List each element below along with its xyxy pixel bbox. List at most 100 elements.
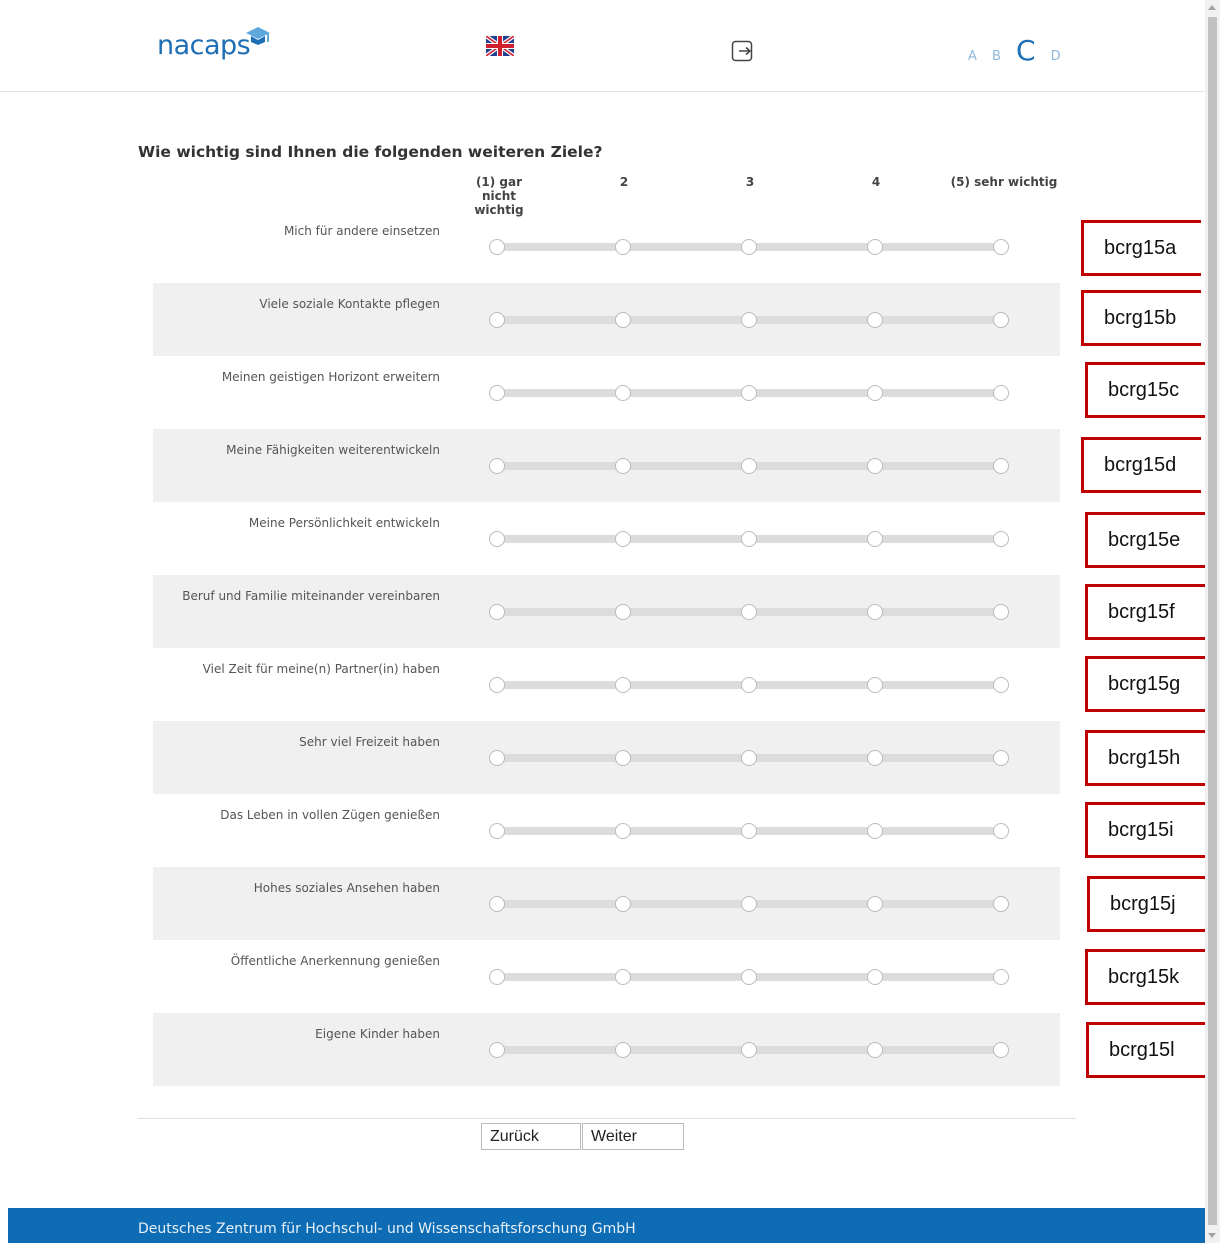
rating-option-5[interactable] xyxy=(993,604,1009,620)
variable-tag: bcrg15d xyxy=(1081,437,1201,493)
rating-option-4[interactable] xyxy=(867,823,883,839)
version-b[interactable]: B xyxy=(992,49,1001,64)
question-row: Sehr viel Freizeit haben xyxy=(153,721,1060,794)
rating-option-1[interactable] xyxy=(489,750,505,766)
rating-option-3[interactable] xyxy=(741,604,757,620)
row-label: Das Leben in vollen Zügen genießen xyxy=(220,808,440,822)
row-label: Hohes soziales Ansehen haben xyxy=(253,881,440,895)
rating-option-4[interactable] xyxy=(867,677,883,693)
rating-option-2[interactable] xyxy=(615,677,631,693)
rating-option-1[interactable] xyxy=(489,312,505,328)
question-row: Öffentliche Anerkennung genießen xyxy=(153,940,1060,1013)
scrollbar[interactable] xyxy=(1205,0,1220,1243)
rating-option-4[interactable] xyxy=(867,531,883,547)
rating-option-2[interactable] xyxy=(615,312,631,328)
uk-flag-icon[interactable] xyxy=(486,36,514,56)
variable-tag: bcrg15c xyxy=(1085,362,1205,418)
question-row: Meinen geistigen Horizont erweitern xyxy=(153,356,1060,429)
rating-option-2[interactable] xyxy=(615,823,631,839)
rating-option-4[interactable] xyxy=(867,1042,883,1058)
rating-option-4[interactable] xyxy=(867,239,883,255)
rating-option-5[interactable] xyxy=(993,969,1009,985)
variable-tag: bcrg15f xyxy=(1085,584,1205,640)
variable-tag: bcrg15k xyxy=(1085,949,1205,1005)
rating-option-2[interactable] xyxy=(615,385,631,401)
rating-option-4[interactable] xyxy=(867,969,883,985)
rating-option-1[interactable] xyxy=(489,1042,505,1058)
rating-option-1[interactable] xyxy=(489,458,505,474)
rating-option-3[interactable] xyxy=(741,969,757,985)
rating-option-2[interactable] xyxy=(615,239,631,255)
variable-tag: bcrg15i xyxy=(1085,802,1205,858)
row-label: Mich für andere einsetzen xyxy=(283,224,440,238)
rating-option-1[interactable] xyxy=(489,385,505,401)
rating-option-5[interactable] xyxy=(993,677,1009,693)
rating-option-2[interactable] xyxy=(615,896,631,912)
back-button[interactable]: Zurück xyxy=(481,1123,581,1150)
variable-tag: bcrg15a xyxy=(1081,220,1201,276)
rating-option-2[interactable] xyxy=(615,531,631,547)
scale-label-4: 4 xyxy=(871,175,881,189)
logout-arrow-icon[interactable] xyxy=(731,40,755,62)
rating-option-5[interactable] xyxy=(993,750,1009,766)
rating-option-4[interactable] xyxy=(867,750,883,766)
rating-option-4[interactable] xyxy=(867,604,883,620)
rating-option-4[interactable] xyxy=(867,458,883,474)
question-row: Hohes soziales Ansehen haben xyxy=(153,867,1060,940)
scroll-down-arrow-icon[interactable] xyxy=(1208,1233,1216,1238)
scale-label-5: (5) sehr wichtig xyxy=(950,175,1058,189)
version-a[interactable]: A xyxy=(968,49,977,64)
rating-option-2[interactable] xyxy=(615,458,631,474)
rating-option-1[interactable] xyxy=(489,896,505,912)
row-label: Sehr viel Freizeit haben xyxy=(299,735,440,749)
version-switcher: A B C D xyxy=(968,34,1071,67)
scale-label-3: 3 xyxy=(745,175,755,189)
rating-option-4[interactable] xyxy=(867,896,883,912)
rating-option-3[interactable] xyxy=(741,385,757,401)
rating-option-5[interactable] xyxy=(993,239,1009,255)
rating-option-5[interactable] xyxy=(993,531,1009,547)
rating-option-5[interactable] xyxy=(993,823,1009,839)
scroll-thumb[interactable] xyxy=(1208,17,1217,1225)
rating-option-5[interactable] xyxy=(993,1042,1009,1058)
rating-option-3[interactable] xyxy=(741,458,757,474)
rating-option-1[interactable] xyxy=(489,823,505,839)
version-d[interactable]: D xyxy=(1051,49,1061,64)
rating-option-1[interactable] xyxy=(489,239,505,255)
rating-option-1[interactable] xyxy=(489,969,505,985)
rating-option-2[interactable] xyxy=(615,1042,631,1058)
question-row: Viel Zeit für meine(n) Partner(in) haben xyxy=(153,648,1060,721)
rating-option-3[interactable] xyxy=(741,312,757,328)
variable-tag: bcrg15e xyxy=(1085,512,1205,568)
rating-option-1[interactable] xyxy=(489,531,505,547)
version-c[interactable]: C xyxy=(1016,34,1036,67)
rating-option-5[interactable] xyxy=(993,385,1009,401)
rating-option-3[interactable] xyxy=(741,1042,757,1058)
rating-option-2[interactable] xyxy=(615,750,631,766)
variable-tag: bcrg15b xyxy=(1081,290,1201,346)
variable-tag: bcrg15g xyxy=(1085,656,1205,712)
rating-option-3[interactable] xyxy=(741,677,757,693)
variable-tag: bcrg15h xyxy=(1085,730,1205,786)
question-text: Wie wichtig sind Ihnen die folgenden wei… xyxy=(138,143,603,161)
rating-option-3[interactable] xyxy=(741,239,757,255)
row-label: Beruf und Familie miteinander vereinbare… xyxy=(182,589,440,603)
rating-option-1[interactable] xyxy=(489,677,505,693)
rating-option-1[interactable] xyxy=(489,604,505,620)
rating-option-3[interactable] xyxy=(741,531,757,547)
rating-option-2[interactable] xyxy=(615,969,631,985)
rating-option-2[interactable] xyxy=(615,604,631,620)
scroll-up-arrow-icon[interactable] xyxy=(1208,5,1216,10)
rating-option-3[interactable] xyxy=(741,750,757,766)
rating-option-5[interactable] xyxy=(993,896,1009,912)
logo: nacaps xyxy=(157,30,251,61)
next-button[interactable]: Weiter xyxy=(582,1123,684,1150)
rating-option-4[interactable] xyxy=(867,385,883,401)
rating-option-4[interactable] xyxy=(867,312,883,328)
rating-option-5[interactable] xyxy=(993,312,1009,328)
rating-option-5[interactable] xyxy=(993,458,1009,474)
rating-option-3[interactable] xyxy=(741,896,757,912)
row-label: Meine Fähigkeiten weiterentwickeln xyxy=(226,443,440,457)
question-row: Beruf und Familie miteinander vereinbare… xyxy=(153,575,1060,648)
rating-option-3[interactable] xyxy=(741,823,757,839)
